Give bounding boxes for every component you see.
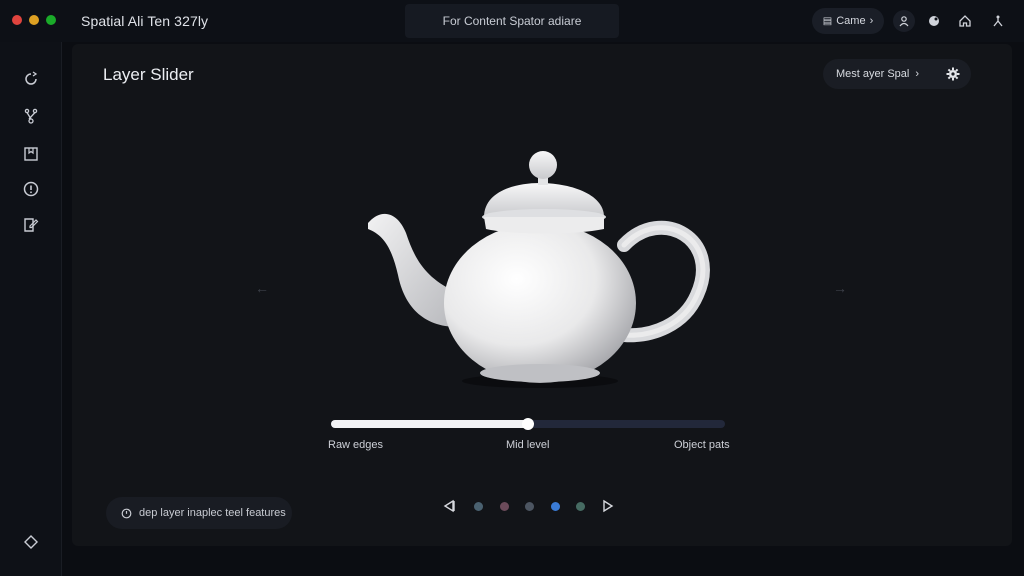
next-layer-label: Mest ayer Spal: [836, 68, 910, 80]
diamond-icon[interactable]: [19, 530, 43, 554]
close-window-button[interactable]: [12, 15, 22, 25]
maximize-window-button[interactable]: [46, 15, 56, 25]
minimize-window-button[interactable]: [29, 15, 39, 25]
pager-dot[interactable]: [474, 502, 483, 511]
share-icon[interactable]: [987, 10, 1009, 32]
prev-arrow-icon[interactable]: ←: [254, 280, 270, 296]
pager-dot-active[interactable]: [550, 502, 560, 511]
title-bar: Spatial Ali Ten 327ly For Content Spator…: [0, 0, 1024, 42]
clock-icon: [121, 508, 132, 518]
slider-fill: [331, 420, 528, 428]
pager-dot[interactable]: [499, 502, 509, 511]
layer-slider[interactable]: [331, 418, 725, 430]
app-title: Spatial Ali Ten 327ly: [81, 13, 209, 29]
settings-button[interactable]: [935, 59, 971, 89]
teapot-model: [368, 151, 710, 388]
page-title: Layer Slider: [103, 65, 194, 84]
slider-label-object-parts: Object pats: [674, 439, 730, 451]
next-arrow-icon[interactable]: →: [832, 280, 848, 296]
came-button[interactable]: ▤ Came ›: [812, 8, 884, 34]
pager-prev-icon[interactable]: [441, 498, 457, 514]
slider-label-raw-edges: Raw edges: [328, 439, 384, 451]
person-icon[interactable]: [893, 10, 915, 32]
refresh-icon[interactable]: [19, 67, 43, 91]
puzzle-icon[interactable]: [923, 10, 945, 32]
note-icon[interactable]: [19, 213, 43, 237]
hint-pill[interactable]: dep layer inaplec teel features: [106, 497, 292, 529]
chevron-right-icon: ›: [869, 15, 874, 27]
slider-label-mid-level: Mid level: [506, 439, 550, 451]
next-layer-button[interactable]: Mest ayer Spal ›: [823, 59, 935, 89]
network-icon[interactable]: [19, 104, 43, 128]
bookmark-icon[interactable]: [19, 142, 43, 166]
gear-icon: [946, 67, 960, 81]
center-tab-label: For Content Spator adiare: [442, 14, 582, 28]
chevron-right-icon: ›: [915, 68, 920, 80]
slider-thumb[interactable]: [522, 418, 534, 430]
came-button-label: Came: [836, 15, 866, 27]
hint-label: dep layer inaplec teel features: [139, 507, 286, 519]
document-icon: ▤: [822, 15, 833, 27]
info-icon[interactable]: [19, 177, 43, 201]
center-tab[interactable]: For Content Spator adiare: [405, 4, 619, 38]
pager-next-icon[interactable]: [600, 498, 616, 514]
home-icon[interactable]: [954, 10, 976, 32]
